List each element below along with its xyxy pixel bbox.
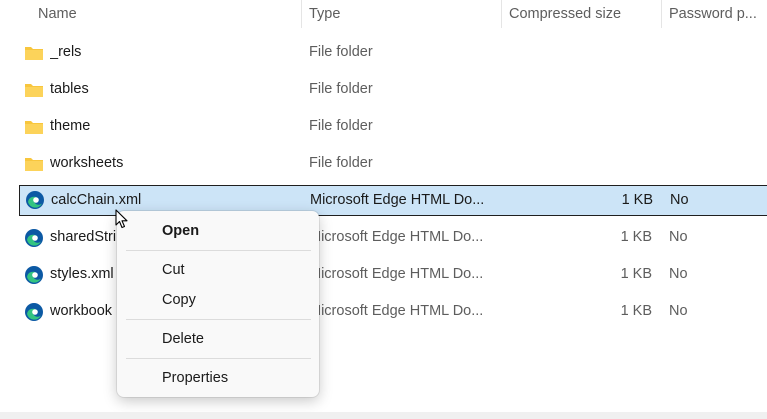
menu-divider — [126, 358, 311, 359]
edge-icon — [24, 302, 44, 322]
file-size: 1 KB — [621, 192, 653, 208]
column-compressed-size[interactable]: Compressed size — [501, 0, 661, 30]
horizontal-scrollbar[interactable] — [0, 412, 767, 419]
folder-icon — [24, 117, 44, 137]
file-password — [669, 75, 749, 104]
file-size — [559, 38, 652, 67]
file-type: File folder — [309, 81, 373, 97]
file-row[interactable]: worksheets File folder — [19, 149, 767, 180]
file-row[interactable]: tables File folder — [19, 75, 767, 106]
file-type: Microsoft Edge HTML Do... — [309, 303, 484, 319]
column-header: Name Type Compressed size Password p... — [0, 0, 767, 30]
file-password: No — [669, 266, 688, 282]
file-size — [559, 149, 652, 178]
file-name: _rels — [50, 44, 82, 60]
file-password — [669, 112, 749, 141]
menu-divider — [126, 250, 311, 251]
file-name: tables — [50, 81, 89, 97]
column-password[interactable]: Password p... — [661, 0, 761, 30]
menu-divider — [126, 319, 311, 320]
file-type: File folder — [309, 118, 373, 134]
file-type: Microsoft Edge HTML Do... — [310, 192, 485, 208]
file-row[interactable]: _rels File folder — [19, 38, 767, 69]
menu-item-properties[interactable]: Properties — [121, 364, 315, 392]
folder-icon — [24, 80, 44, 100]
menu-item-delete[interactable]: Delete — [121, 325, 315, 353]
folder-icon — [24, 154, 44, 174]
menu-item-copy[interactable]: Copy — [121, 286, 315, 314]
file-type: File folder — [309, 155, 373, 171]
file-name: worksheets — [50, 155, 124, 171]
edge-icon — [24, 265, 44, 285]
file-name: theme — [50, 118, 91, 134]
file-size — [559, 112, 652, 141]
folder-icon — [24, 43, 44, 63]
menu-item-cut[interactable]: Cut — [121, 256, 315, 284]
file-size — [559, 75, 652, 104]
file-password — [669, 149, 749, 178]
file-size: 1 KB — [620, 229, 652, 245]
file-size: 1 KB — [620, 303, 652, 319]
mouse-cursor-icon — [115, 209, 128, 229]
file-type: Microsoft Edge HTML Do... — [309, 266, 484, 282]
edge-icon — [24, 228, 44, 248]
edge-icon — [25, 190, 45, 210]
file-type: File folder — [309, 44, 373, 60]
file-row[interactable]: theme File folder — [19, 112, 767, 143]
file-password: No — [670, 192, 689, 208]
context-menu: Open Cut Copy Delete Properties — [117, 211, 319, 397]
file-explorer: Name Type Compressed size Password p... … — [0, 0, 767, 419]
menu-item-open[interactable]: Open — [121, 217, 315, 245]
column-type[interactable]: Type — [301, 0, 501, 30]
file-password — [669, 38, 749, 67]
file-size: 1 KB — [620, 266, 652, 282]
file-type: Microsoft Edge HTML Do... — [309, 229, 484, 245]
column-name[interactable]: Name — [30, 0, 300, 30]
file-password: No — [669, 229, 688, 245]
file-password: No — [669, 303, 688, 319]
